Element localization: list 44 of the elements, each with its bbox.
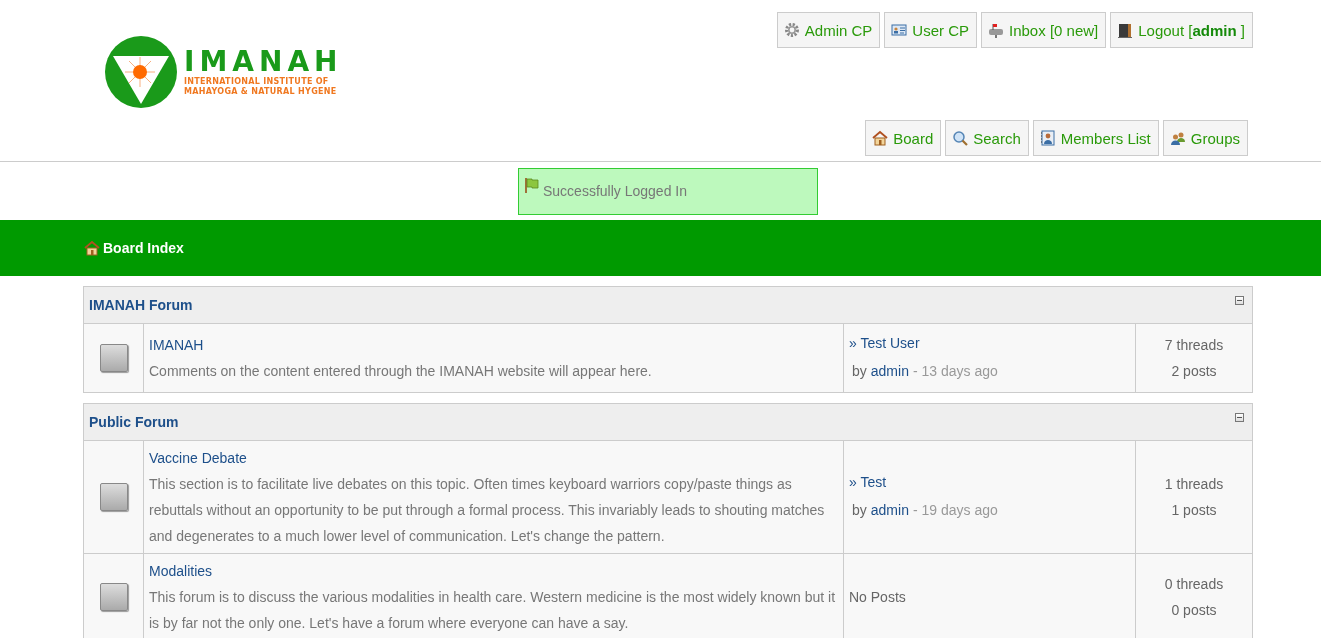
post-time: - 13 days ago bbox=[912, 362, 998, 381]
people-icon bbox=[1169, 130, 1186, 146]
forum-description: This section is to facilitate live debates on this topic. Often times keyboard warriors copy/paste things as rebuttals without an opportunity to be put through a formal process. This invariably leads to shouting matches and degenerates to a much lower level of communication. Let's change the pattern. bbox=[149, 475, 826, 546]
message-text: Successfully Logged In bbox=[543, 183, 687, 199]
logo-tagline: MAHAYOGA & NATURAL HYGENE bbox=[184, 87, 338, 97]
mailbox-icon bbox=[988, 22, 1004, 38]
collapse-icon[interactable] bbox=[1235, 413, 1244, 422]
forum-status-icon bbox=[99, 344, 128, 372]
forum-title-link[interactable]: Vaccine Debate bbox=[149, 445, 838, 471]
category-title-link[interactable]: Public Forum bbox=[89, 414, 179, 430]
forum-status-icon bbox=[99, 483, 128, 511]
door-icon bbox=[1117, 22, 1134, 38]
logo-tagline: INTERNATIONAL INSTITUTE OF bbox=[184, 77, 330, 87]
forum-description: Comments on the content entered through the IMANAH website will appear here. bbox=[149, 362, 653, 381]
thread-count: 1 threads bbox=[1164, 475, 1224, 494]
address-book-icon bbox=[1039, 130, 1056, 146]
breadcrumb-link[interactable]: Board Index bbox=[84, 240, 184, 256]
id-card-icon bbox=[891, 22, 908, 38]
by-label: by bbox=[852, 501, 867, 520]
last-post-link[interactable]: » Test bbox=[849, 469, 1130, 495]
forum-title-link[interactable]: Modalities bbox=[149, 558, 838, 584]
logo-name: IMANAH bbox=[184, 47, 343, 77]
house-icon bbox=[84, 240, 100, 256]
house-icon bbox=[872, 130, 889, 146]
flag-icon bbox=[524, 177, 540, 193]
post-count: 1 posts bbox=[1171, 501, 1217, 520]
search-icon bbox=[952, 130, 969, 146]
thread-count: 0 threads bbox=[1164, 575, 1224, 594]
author-link[interactable]: admin bbox=[870, 356, 909, 386]
collapse-icon[interactable] bbox=[1235, 296, 1244, 305]
by-label: by bbox=[852, 362, 867, 381]
forum-title-link[interactable]: IMANAH bbox=[149, 332, 838, 358]
no-posts-label: No Posts bbox=[849, 589, 907, 605]
forum-status-icon bbox=[99, 583, 128, 611]
gear-icon bbox=[783, 22, 800, 38]
last-post-link[interactable]: » Test User bbox=[849, 330, 1130, 356]
thread-count: 7 threads bbox=[1164, 336, 1224, 355]
post-count: 0 posts bbox=[1171, 601, 1217, 620]
post-count: 2 posts bbox=[1171, 362, 1217, 381]
forum-description: This forum is to discuss the various modalities in health care. Western medicine is the most widely known but it is by far not the only one. Let's have a forum where everyone can have a say. bbox=[149, 588, 837, 633]
post-time: - 19 days ago bbox=[912, 501, 998, 520]
author-link[interactable]: admin bbox=[870, 495, 909, 525]
category-title-link[interactable]: IMANAH Forum bbox=[89, 297, 193, 313]
user-menu-button[interactable]: Logout [admin ] bbox=[1110, 12, 1253, 48]
